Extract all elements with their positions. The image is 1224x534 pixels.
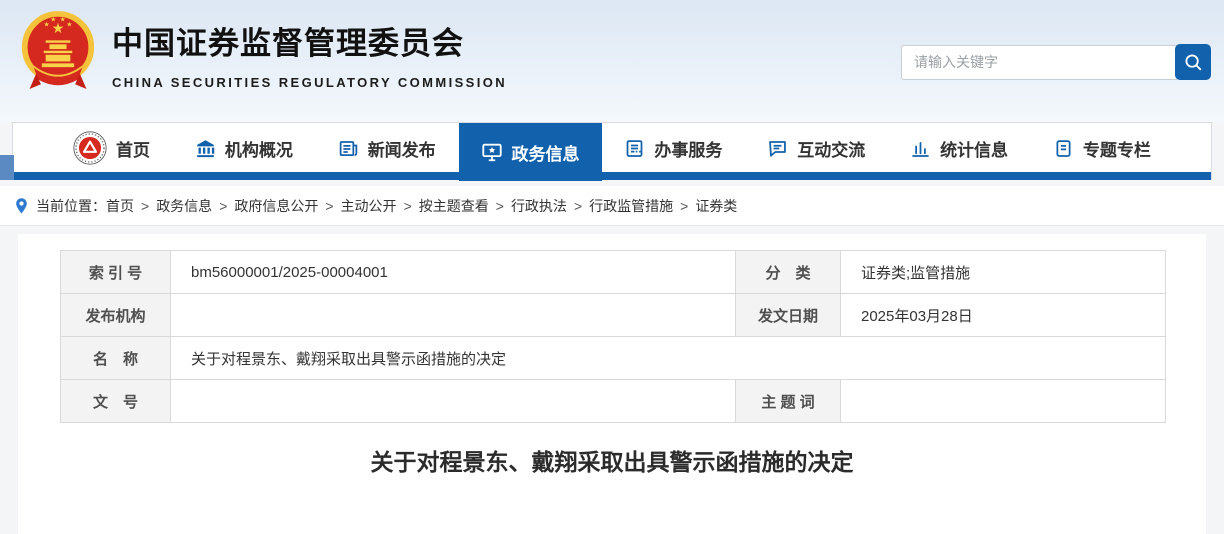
chat-bubble-icon: [767, 138, 788, 159]
table-row: 名 称 关于对程景东、戴翔采取出具警示函措施的决定: [61, 337, 1166, 380]
table-row: 索 引 号 bm56000001/2025-00004001 分 类 证券类;监…: [61, 251, 1166, 294]
national-emblem-logo: ★ ★ ★ ★ ★: [20, 7, 96, 95]
breadcrumb-separator: >: [404, 198, 412, 214]
breadcrumb-separator: >: [574, 198, 582, 214]
index-number-label: 索 引 号: [61, 251, 171, 294]
breadcrumb-label: 当前位置：: [36, 196, 106, 216]
search-icon: [1182, 51, 1204, 73]
nav-item-interaction[interactable]: 互动交流: [745, 123, 887, 173]
search-button[interactable]: [1175, 44, 1211, 80]
issue-date-label: 发文日期: [736, 294, 841, 337]
breadcrumb-item-securities[interactable]: 证券类: [695, 196, 737, 216]
svg-text:★: ★: [44, 21, 50, 28]
search-input[interactable]: [901, 45, 1177, 80]
nav-item-label: 办事服务: [654, 136, 722, 161]
bar-chart-icon: [910, 138, 931, 159]
doc-number-value: [171, 380, 736, 423]
nav-item-label: 新闻发布: [368, 136, 436, 161]
nav-item-label: 首页: [116, 136, 150, 161]
breadcrumb-separator: >: [496, 198, 504, 214]
category-value: 证券类;监管措施: [841, 251, 1166, 294]
nav-item-home[interactable]: 首页: [51, 123, 172, 173]
name-label: 名 称: [61, 337, 171, 380]
category-label: 分 类: [736, 251, 841, 294]
bank-icon: [195, 138, 216, 159]
main-nav: 首页 机构概况 新闻发布: [12, 122, 1212, 180]
name-value: 关于对程景东、戴翔采取出具警示函措施的决定: [171, 337, 1166, 380]
publisher-label: 发布机构: [61, 294, 171, 337]
clipboard-list-icon: [624, 138, 645, 159]
nav-item-statistics[interactable]: 统计信息: [888, 123, 1030, 173]
breadcrumb-item-home[interactable]: 首页: [106, 196, 134, 216]
location-pin-icon: [14, 197, 29, 215]
index-number-value: bm56000001/2025-00004001: [171, 251, 736, 294]
breadcrumb-item-proactive-disclosure[interactable]: 主动公开: [341, 196, 397, 216]
left-edge-decoration: [0, 155, 14, 180]
table-row: 文 号 主 题 词: [61, 380, 1166, 423]
nav-item-label: 互动交流: [797, 136, 865, 161]
table-row: 发布机构 发文日期 2025年03月28日: [61, 294, 1166, 337]
nav-item-about[interactable]: 机构概况: [173, 123, 315, 173]
svg-text:★: ★: [60, 17, 66, 24]
document-title: 关于对程景东、戴翔采取出具警示函措施的决定: [18, 443, 1206, 477]
site-header: ★ ★ ★ ★ ★ 中国证券监督管理委员会 CHINA SECURITIES R…: [0, 0, 1224, 122]
newspaper-icon: [338, 138, 359, 159]
nav-item-label: 机构概况: [225, 136, 293, 161]
search-box: [901, 44, 1211, 80]
content-card: 索 引 号 bm56000001/2025-00004001 分 类 证券类;监…: [18, 234, 1206, 534]
site-titles: 中国证券监督管理委员会 CHINA SECURITIES REGULATORY …: [112, 18, 507, 90]
keyword-value: [841, 380, 1166, 423]
nav-item-label: 专题专栏: [1083, 136, 1151, 161]
nav-item-government-info[interactable]: 政务信息: [459, 123, 602, 181]
nav-item-services[interactable]: 办事服务: [602, 123, 744, 173]
nav-item-label: 政务信息: [512, 140, 580, 165]
svg-text:★: ★: [66, 21, 72, 28]
document-info-table: 索 引 号 bm56000001/2025-00004001 分 类 证券类;监…: [60, 250, 1166, 423]
breadcrumb-item-info-disclosure[interactable]: 政府信息公开: [234, 196, 318, 216]
breadcrumb-item-gov-info[interactable]: 政务信息: [156, 196, 212, 216]
breadcrumb-separator: >: [141, 198, 149, 214]
document-icon: [1053, 138, 1074, 159]
svg-text:★: ★: [50, 17, 56, 24]
breadcrumb-item-regulatory-measures[interactable]: 行政监管措施: [589, 196, 673, 216]
nav-item-label: 统计信息: [940, 136, 1008, 161]
breadcrumb: 当前位置： 首页 > 政务信息 > 政府信息公开 > 主动公开 > 按主题查看 …: [0, 186, 1224, 226]
monitor-star-icon: [481, 141, 503, 163]
breadcrumb-separator: >: [219, 198, 227, 214]
breadcrumb-separator: >: [325, 198, 333, 214]
issue-date-value: 2025年03月28日: [841, 294, 1166, 337]
csrc-logo-icon: [73, 131, 107, 165]
breadcrumb-separator: >: [680, 198, 688, 214]
breadcrumb-item-law-enforcement[interactable]: 行政执法: [511, 196, 567, 216]
publisher-value: [171, 294, 736, 337]
breadcrumb-item-by-topic[interactable]: 按主题查看: [419, 196, 489, 216]
keyword-label: 主 题 词: [736, 380, 841, 423]
site-title-zh: 中国证券监督管理委员会: [112, 18, 507, 63]
doc-number-label: 文 号: [61, 380, 171, 423]
site-title-en: CHINA SECURITIES REGULATORY COMMISSION: [112, 75, 507, 90]
nav-item-special-topics[interactable]: 专题专栏: [1031, 123, 1173, 173]
nav-item-news[interactable]: 新闻发布: [316, 123, 458, 173]
